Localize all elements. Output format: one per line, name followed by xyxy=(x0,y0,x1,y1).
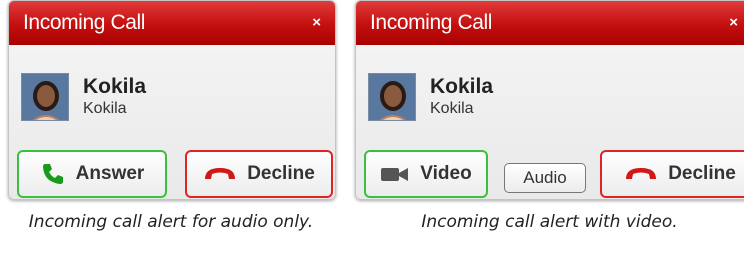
title-bar: Incoming Call × xyxy=(9,1,335,45)
caller-info: Kokila Kokila xyxy=(21,73,146,121)
video-camera-icon xyxy=(380,165,410,183)
decline-label: Decline xyxy=(247,163,315,184)
caller-info: Kokila Kokila xyxy=(368,73,493,121)
incoming-call-popup: Incoming Call × Kokila Kokila xyxy=(8,0,336,200)
audio-button[interactable]: Audio xyxy=(504,163,586,193)
hang-up-icon xyxy=(624,164,658,184)
caption: Incoming call alert with video. xyxy=(421,212,678,232)
avatar xyxy=(21,73,69,121)
caller-name: Kokila xyxy=(83,75,147,98)
caller-detail: Kokila xyxy=(430,100,474,117)
caller-name: Kokila xyxy=(430,75,494,98)
decline-button[interactable]: Decline xyxy=(185,150,333,198)
decline-label: Decline xyxy=(668,163,736,184)
video-label: Video xyxy=(420,163,472,184)
answer-label: Answer xyxy=(75,163,145,184)
answer-button[interactable]: Answer xyxy=(17,150,167,198)
close-icon[interactable]: × xyxy=(312,15,321,30)
decline-button[interactable]: Decline xyxy=(600,150,744,198)
popup-title: Incoming Call xyxy=(23,11,146,34)
hang-up-icon xyxy=(203,164,237,184)
caption: Incoming call alert for audio only. xyxy=(28,212,314,232)
audio-label: Audio xyxy=(523,168,567,187)
close-icon[interactable]: × xyxy=(729,15,738,30)
title-bar: Incoming Call × xyxy=(356,1,744,45)
video-button[interactable]: Video xyxy=(364,150,488,198)
popup-title: Incoming Call xyxy=(370,11,493,34)
avatar xyxy=(368,73,416,121)
caller-detail: Kokila xyxy=(83,100,127,117)
phone-handset-icon xyxy=(40,161,66,187)
incoming-call-popup: Incoming Call × Kokila Kokila xyxy=(355,0,744,200)
